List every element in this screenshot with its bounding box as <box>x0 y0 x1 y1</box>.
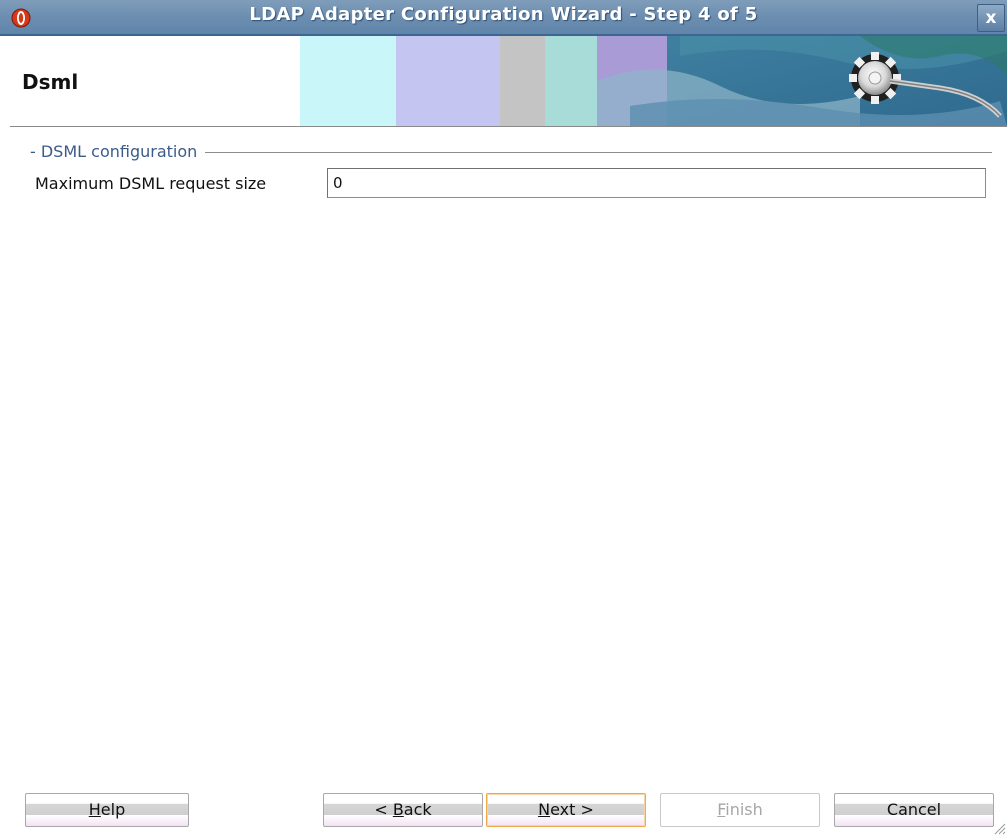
dsml-configuration-group: - DSML configuration <box>30 142 992 162</box>
header-divider <box>10 126 1007 128</box>
title-bar[interactable]: LDAP Adapter Configuration Wizard - Step… <box>0 0 1007 36</box>
wizard-header: Dsml <box>0 36 1007 126</box>
help-button-label-post: elp <box>100 800 126 819</box>
next-button-label-post: ext > <box>550 800 594 819</box>
banner-image <box>300 36 1007 126</box>
help-button[interactable]: Help <box>25 793 189 827</box>
finish-button-label-post: inish <box>725 800 763 819</box>
back-button-label-pre: < <box>374 800 393 819</box>
resize-grip-icon[interactable] <box>992 821 1006 835</box>
cancel-button[interactable]: Cancel <box>834 793 994 827</box>
wizard-window: LDAP Adapter Configuration Wizard - Step… <box>0 0 1007 836</box>
next-button-mnemonic: N <box>538 800 551 819</box>
next-button[interactable]: Next > <box>486 793 646 827</box>
cancel-button-label: Cancel <box>886 800 942 819</box>
back-button-label-post: ack <box>403 800 432 819</box>
back-button[interactable]: < Back <box>323 793 483 827</box>
page-title: Dsml <box>22 70 79 94</box>
close-button[interactable]: x <box>977 4 1005 32</box>
help-button-mnemonic: H <box>88 800 101 819</box>
back-button-mnemonic: B <box>392 800 404 819</box>
window-title: LDAP Adapter Configuration Wizard - Step… <box>249 4 758 25</box>
max-dsml-request-size-label: Maximum DSML request size <box>35 174 267 193</box>
group-title[interactable]: - DSML configuration <box>30 142 206 161</box>
finish-button: Finish <box>660 793 820 827</box>
max-dsml-request-size-input[interactable] <box>327 168 986 198</box>
